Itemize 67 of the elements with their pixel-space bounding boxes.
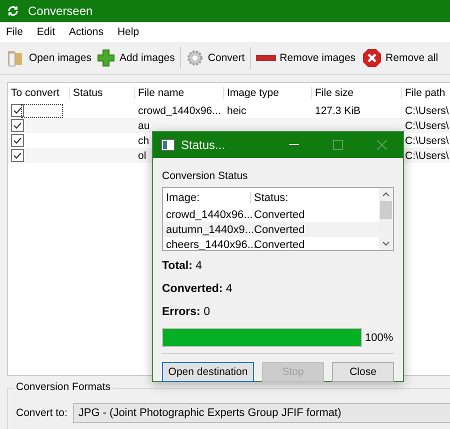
toolbar-button[interactable]: Convert	[182, 47, 248, 69]
table-cell: C:\Users\	[405, 104, 449, 116]
column-header[interactable]: Image:	[163, 192, 251, 204]
toolbar-button[interactable]: Open images	[2, 46, 94, 70]
checkbox[interactable]	[11, 104, 24, 117]
stat-value: 4	[196, 260, 202, 272]
checkmark-icon	[12, 105, 23, 116]
column-header[interactable]: File name	[135, 87, 224, 99]
scrollbar[interactable]	[379, 188, 393, 250]
progress-reading: 100%	[365, 332, 394, 344]
window-icon	[161, 139, 175, 151]
table-cell: crowd_1440x96...	[138, 104, 221, 116]
format-dropdown[interactable]: JPG - (Joint Photographic Experts Group JFIF format)	[73, 403, 450, 423]
column-header[interactable]: Image type	[224, 87, 312, 99]
checkbox[interactable]	[11, 149, 24, 162]
toolbar-button[interactable]: Remove images	[252, 50, 359, 66]
folder-icon	[5, 48, 25, 68]
table-cell: ch	[138, 134, 150, 146]
table-cell: 127.3 KiB	[315, 104, 361, 116]
table-cell: au	[138, 120, 150, 132]
list-cell: cheers_1440x96...	[166, 238, 257, 250]
close-icon	[362, 48, 382, 68]
toolbar-button[interactable]: Remove all	[358, 46, 442, 70]
toolbar-button[interactable]: Add images	[94, 47, 178, 69]
list-cell: crowd_1440x96...	[166, 208, 253, 220]
plus-icon	[97, 49, 116, 67]
table-cell: heic	[227, 104, 246, 116]
menu-item[interactable]: Help	[113, 26, 146, 38]
gear-icon	[186, 49, 204, 67]
scroll-down-icon[interactable]	[382, 241, 390, 246]
table-cell: C:\Users\	[405, 150, 449, 162]
stat-value: 0	[204, 306, 210, 318]
checkmark-icon	[12, 135, 23, 146]
checkmark-icon	[12, 120, 23, 131]
section-title: Conversion Status	[162, 170, 249, 182]
list-cell: Converted	[254, 224, 305, 236]
scroll-up-icon[interactable]	[382, 192, 390, 197]
minus-icon	[256, 55, 276, 61]
stat-label: Errors:	[162, 306, 200, 318]
menu-item[interactable]: Edit	[32, 26, 62, 38]
checkmark-icon	[12, 150, 23, 161]
checkbox[interactable]	[11, 134, 24, 147]
list-cell: Converted	[254, 208, 305, 220]
column-header[interactable]: File path	[402, 87, 450, 99]
dialog-button[interactable]: Open destination	[162, 362, 254, 382]
column-header[interactable]: Status	[70, 87, 135, 99]
stat-value: 4	[226, 283, 232, 295]
list-cell: autumn_1440x9...	[166, 224, 254, 236]
window-title: Converseen	[28, 4, 93, 18]
table-cell: C:\Users\	[405, 134, 449, 146]
convert-to-label: Convert to:	[16, 407, 68, 419]
stat-label: Total:	[162, 260, 192, 272]
checkbox[interactable]	[11, 119, 24, 132]
column-header[interactable]: File size	[312, 87, 402, 99]
minimize-icon[interactable]	[289, 144, 299, 146]
group-title: Conversion Formats	[14, 381, 113, 393]
refresh-arrows-icon	[7, 5, 19, 17]
column-header[interactable]: To convert	[8, 87, 70, 99]
table-cell: ol	[138, 150, 146, 162]
list-cell: Converted	[254, 238, 305, 250]
table-cell: C:\Users\	[405, 120, 449, 132]
menu-item[interactable]: File	[2, 26, 29, 38]
column-header[interactable]: Status:	[251, 192, 379, 204]
dialog-button[interactable]: Close	[332, 362, 394, 382]
stat-label: Converted:	[162, 283, 223, 295]
menu-item[interactable]: Actions	[65, 26, 110, 38]
dialog-title: Status...	[181, 138, 226, 152]
